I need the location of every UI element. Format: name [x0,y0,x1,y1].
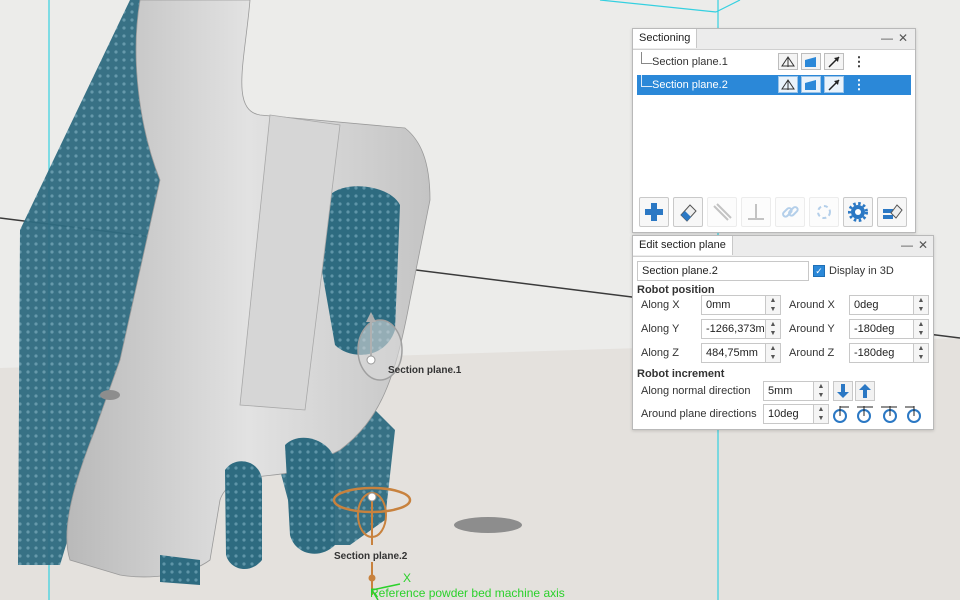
diagonal-cut-icon[interactable] [707,197,737,227]
arrow-down-icon[interactable] [833,381,853,401]
around-x-spinner[interactable]: ▲ ▼ [913,296,928,314]
part-lattice-window-4 [160,555,200,585]
link-icon[interactable] [775,197,805,227]
section-plane-list: Section plane.1 ⋮ Section plane.2 ⋮ [637,51,911,201]
plane-display-icon[interactable] [801,76,821,93]
rotate-ccw-v-icon[interactable] [903,404,923,424]
around-z-spinner[interactable]: ▲ ▼ [913,344,928,362]
edit-panel-title-bar[interactable]: Edit section plane — ✕ [633,236,933,257]
around-y-field[interactable]: ▲▼ [849,319,929,339]
axis-x-label: X [403,571,411,585]
sectioning-panel: Sectioning — ✕ Section plane.1 ⋮ Section… [632,28,916,233]
rotate-cw-v-icon[interactable] [879,404,899,424]
rotate-ccw-u-icon[interactable] [855,404,875,424]
rotate-cw-u-icon[interactable] [831,404,851,424]
bed-hole-2 [100,390,120,400]
settings-icon[interactable] [843,197,873,227]
around-z-label: Around Z [789,347,835,359]
list-item-label: Section plane.1 [652,56,728,68]
along-z-spinner[interactable]: ▲ ▼ [765,344,780,362]
bed-hole-1 [454,517,522,533]
plane-flip-icon[interactable] [824,76,844,93]
minimize-icon[interactable]: — [879,30,895,47]
along-z-field[interactable]: ▲▼ [701,343,781,363]
section-plane-2-label: Section plane.2 [334,551,408,562]
plane-directions-field[interactable]: ▲▼ [763,404,829,424]
display-in-3d-label: Display in 3D [829,265,894,277]
unlink-icon[interactable] [809,197,839,227]
machine-axis-label: Reference powder bed machine axis [370,586,565,600]
along-x-label: Along X [641,299,680,311]
edit-section-plane-panel: Edit section plane — ✕ ✓ Display in 3D R… [632,235,934,430]
around-z-field[interactable]: ▲▼ [849,343,929,363]
normal-direction-field[interactable]: ▲▼ [763,381,829,401]
plane-name-field[interactable] [637,261,809,281]
plane-name-input[interactable] [638,262,808,280]
around-x-field[interactable]: ▲▼ [849,295,929,315]
minimize-icon[interactable]: — [899,237,915,254]
around-x-label: Around X [789,299,835,311]
along-x-spinner[interactable]: ▲ ▼ [765,296,780,314]
section-plane-1-label: Section plane.1 [388,365,462,376]
clear-all-icon[interactable] [877,197,907,227]
list-item-section-plane-2[interactable]: Section plane.2 ⋮ [637,75,911,95]
list-item-section-plane-1[interactable]: Section plane.1 ⋮ [637,52,911,72]
plane-directions-spinner[interactable]: ▲ ▼ [813,405,828,423]
edit-panel-tab[interactable]: Edit section plane [633,236,733,255]
eraser-icon[interactable] [673,197,703,227]
normal-direction-spinner[interactable]: ▲ ▼ [813,382,828,400]
close-icon[interactable]: ✕ [895,30,911,47]
plane-orientation-icon[interactable] [778,76,798,93]
along-y-field[interactable]: ▲▼ [701,319,781,339]
along-z-label: Along Z [641,347,679,359]
list-item-label: Section plane.2 [652,79,728,91]
plane-orientation-icon[interactable] [778,53,798,70]
part-lattice-window-2 [225,461,262,570]
plane-flip-icon[interactable] [824,53,844,70]
plane-display-icon[interactable] [801,53,821,70]
around-y-spinner[interactable]: ▲ ▼ [913,320,928,338]
sectioning-title-bar[interactable]: Sectioning — ✕ [633,29,915,50]
perpendicular-icon[interactable] [741,197,771,227]
arrow-up-icon[interactable] [855,381,875,401]
normal-direction-label: Along normal direction [641,385,751,397]
around-y-label: Around Y [789,323,835,335]
close-icon[interactable]: ✕ [915,237,931,254]
sectioning-toolbar [639,197,911,227]
robot-increment-heading: Robot increment [637,368,725,380]
along-y-label: Along Y [641,323,680,335]
along-x-field[interactable]: ▲▼ [701,295,781,315]
part-lattice-window-3 [285,437,335,554]
row-menu-icon[interactable]: ⋮ [850,53,868,70]
plane-directions-label: Around plane directions [641,408,757,420]
display-in-3d-checkbox[interactable]: ✓ [813,265,825,277]
add-icon[interactable] [639,197,669,227]
sectioning-tab[interactable]: Sectioning [633,29,698,48]
along-y-spinner[interactable]: ▲ ▼ [765,320,780,338]
row-menu-icon[interactable]: ⋮ [850,76,868,93]
